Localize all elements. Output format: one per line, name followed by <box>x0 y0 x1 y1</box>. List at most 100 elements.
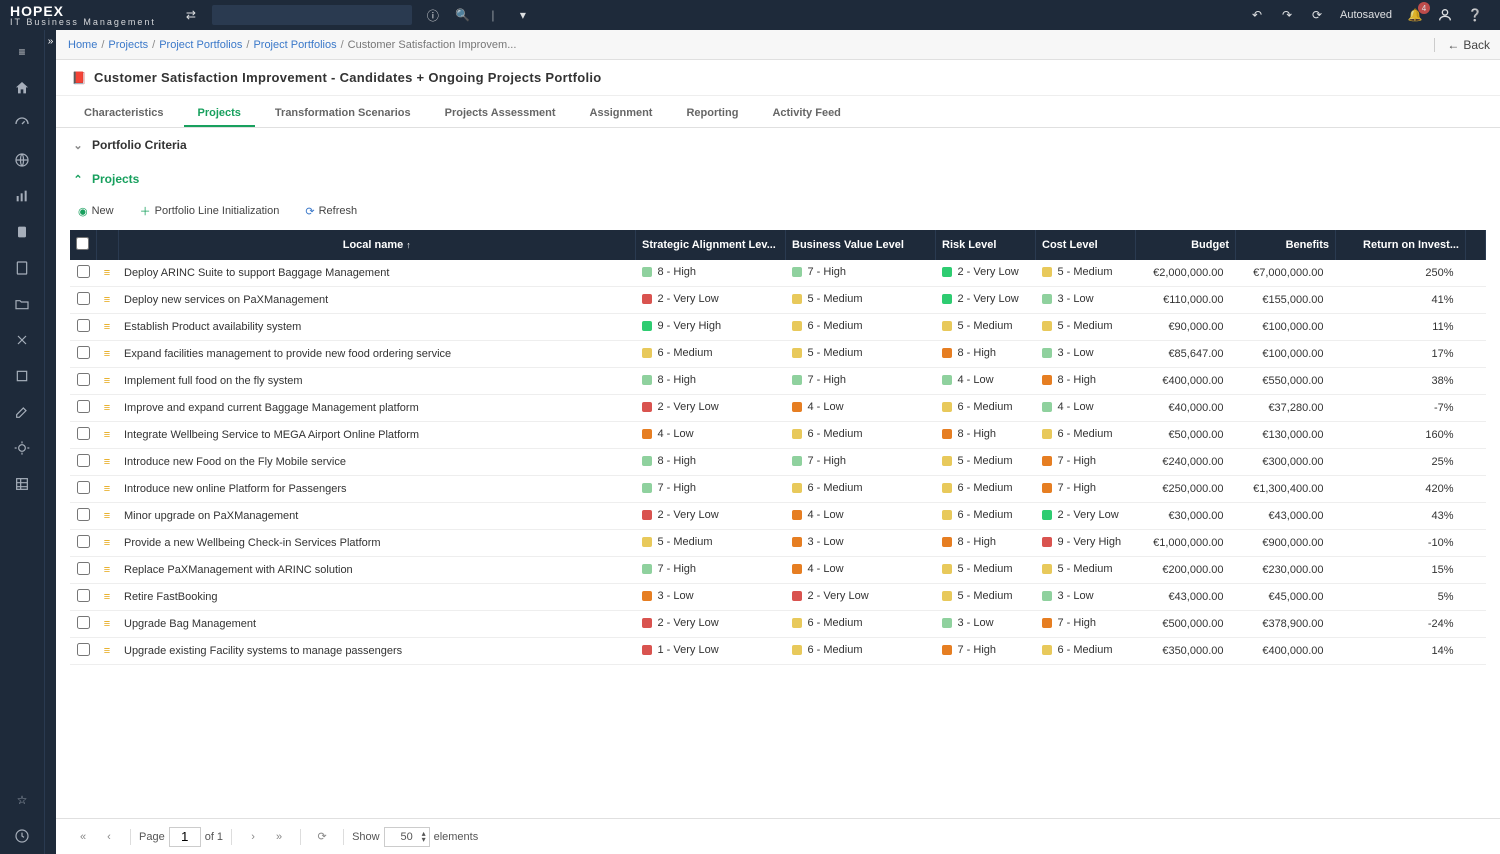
select-all-checkbox[interactable] <box>76 237 89 250</box>
row-checkbox[interactable] <box>77 616 90 629</box>
col-header[interactable]: Return on Invest... <box>1336 230 1466 260</box>
table-row[interactable]: ≡Upgrade Bag Management2 - Very Low6 - M… <box>70 611 1486 638</box>
col-header[interactable]: Benefits <box>1236 230 1336 260</box>
table-row[interactable]: ≡Deploy ARINC Suite to support Baggage M… <box>70 260 1486 287</box>
refresh-button[interactable]: ⟳Refresh <box>297 202 365 221</box>
device-icon[interactable] <box>8 218 36 246</box>
globe-icon[interactable] <box>8 146 36 174</box>
table-row[interactable]: ≡Implement full food on the fly system8 … <box>70 368 1486 395</box>
crumb-1[interactable]: Projects <box>108 39 148 51</box>
cell-sa: 6 - Medium <box>636 341 786 368</box>
help-icon[interactable]: ❔ <box>1464 4 1486 26</box>
subrail-expand[interactable]: » <box>44 30 56 854</box>
table-row[interactable]: ≡Introduce new online Platform for Passe… <box>70 476 1486 503</box>
search-input[interactable] <box>212 5 412 25</box>
col-header[interactable] <box>70 230 96 260</box>
cell-budget: €500,000.00 <box>1136 611 1236 638</box>
table-row[interactable]: ≡Establish Product availability system9 … <box>70 314 1486 341</box>
table-row[interactable]: ≡Minor upgrade on PaXManagement2 - Very … <box>70 503 1486 530</box>
table-row[interactable]: ≡Improve and expand current Baggage Mana… <box>70 395 1486 422</box>
redo-icon[interactable]: ↷ <box>1276 4 1298 26</box>
table-row[interactable]: ≡Integrate Wellbeing Service to MEGA Air… <box>70 422 1486 449</box>
back-button[interactable]: ←Back <box>1434 38 1490 52</box>
section-portfolio-criteria[interactable]: ⌄ Portfolio Criteria <box>56 128 1500 162</box>
tab-projects-assessment[interactable]: Projects Assessment <box>431 101 570 127</box>
row-checkbox[interactable] <box>77 427 90 440</box>
cell-risk: 2 - Very Low <box>936 287 1036 314</box>
row-checkbox[interactable] <box>77 373 90 386</box>
table-row[interactable]: ≡Retire FastBooking3 - Low2 - Very Low5 … <box>70 584 1486 611</box>
undo-icon[interactable]: ↶ <box>1246 4 1268 26</box>
table-row[interactable]: ≡Provide a new Wellbeing Check-in Servic… <box>70 530 1486 557</box>
star-icon[interactable]: ☆ <box>8 786 36 814</box>
col-header[interactable]: Strategic Alignment Lev... <box>636 230 786 260</box>
table-row[interactable]: ≡Replace PaXManagement with ARINC soluti… <box>70 557 1486 584</box>
col-header[interactable] <box>1466 230 1486 260</box>
row-checkbox[interactable] <box>77 454 90 467</box>
tab-characteristics[interactable]: Characteristics <box>70 101 178 127</box>
tab-projects[interactable]: Projects <box>184 101 255 127</box>
col-header[interactable]: Cost Level <box>1036 230 1136 260</box>
notifications-icon[interactable]: 🔔4 <box>1404 4 1426 26</box>
page-size-select[interactable]: 50▴▾ <box>384 827 430 847</box>
row-checkbox[interactable] <box>77 643 90 656</box>
folder-icon[interactable] <box>8 290 36 318</box>
row-checkbox[interactable] <box>77 400 90 413</box>
search-icon[interactable]: 🔍 <box>452 4 474 26</box>
sync-icon[interactable]: ⟳ <box>1306 4 1328 26</box>
crumb-3[interactable]: Project Portfolios <box>253 39 336 51</box>
menu-icon[interactable]: ≡ <box>8 38 36 66</box>
col-header[interactable] <box>96 230 118 260</box>
table-row[interactable]: ≡Upgrade existing Facility systems to ma… <box>70 638 1486 665</box>
page-input[interactable] <box>169 827 201 847</box>
document-icon[interactable] <box>8 254 36 282</box>
row-checkbox[interactable] <box>77 346 90 359</box>
row-checkbox[interactable] <box>77 535 90 548</box>
pager-prev-icon[interactable]: ‹ <box>98 826 120 848</box>
crumb-home[interactable]: Home <box>68 39 97 51</box>
info-icon[interactable]: ⓘ <box>422 4 444 26</box>
init-button[interactable]: ＋Portfolio Line Initialization <box>132 200 288 222</box>
row-checkbox[interactable] <box>77 292 90 305</box>
tab-activity-feed[interactable]: Activity Feed <box>758 101 854 127</box>
pager-first-icon[interactable]: « <box>72 826 94 848</box>
row-checkbox[interactable] <box>77 562 90 575</box>
row-checkbox[interactable] <box>77 481 90 494</box>
home-icon[interactable] <box>8 74 36 102</box>
bug-icon[interactable] <box>8 434 36 462</box>
user-icon[interactable] <box>1434 4 1456 26</box>
brand-sub: IT Business Management <box>10 18 156 27</box>
section-projects[interactable]: ⌃ Projects <box>56 162 1500 196</box>
swap-icon[interactable]: ⇄ <box>180 4 202 26</box>
col-header[interactable]: Risk Level <box>936 230 1036 260</box>
clock-icon[interactable] <box>8 822 36 850</box>
chart-icon[interactable] <box>8 182 36 210</box>
dropdown-icon[interactable]: ▾ <box>512 4 534 26</box>
tab-assignment[interactable]: Assignment <box>576 101 667 127</box>
tab-transformation-scenarios[interactable]: Transformation Scenarios <box>261 101 425 127</box>
crumb-current: Customer Satisfaction Improvem... <box>348 39 517 51</box>
row-checkbox[interactable] <box>77 265 90 278</box>
new-button[interactable]: ◉New <box>70 202 122 221</box>
table-icon[interactable] <box>8 470 36 498</box>
crumb-2[interactable]: Project Portfolios <box>159 39 242 51</box>
row-checkbox[interactable] <box>77 589 90 602</box>
col-header[interactable]: Business Value Level <box>786 230 936 260</box>
box-icon[interactable] <box>8 362 36 390</box>
edit-icon[interactable] <box>8 398 36 426</box>
pager-refresh-icon[interactable]: ⟳ <box>311 826 333 848</box>
dashboard-icon[interactable] <box>8 110 36 138</box>
project-icon: ≡ <box>104 537 110 549</box>
col-header[interactable]: Budget <box>1136 230 1236 260</box>
pager-next-icon[interactable]: › <box>242 826 264 848</box>
col-header[interactable]: Local name↑ <box>118 230 636 260</box>
row-checkbox[interactable] <box>77 508 90 521</box>
tab-reporting[interactable]: Reporting <box>672 101 752 127</box>
pipe-icon: | <box>482 4 504 26</box>
table-row[interactable]: ≡Expand facilities management to provide… <box>70 341 1486 368</box>
tools-icon[interactable] <box>8 326 36 354</box>
row-checkbox[interactable] <box>77 319 90 332</box>
pager-last-icon[interactable]: » <box>268 826 290 848</box>
table-row[interactable]: ≡Introduce new Food on the Fly Mobile se… <box>70 449 1486 476</box>
table-row[interactable]: ≡Deploy new services on PaXManagement2 -… <box>70 287 1486 314</box>
